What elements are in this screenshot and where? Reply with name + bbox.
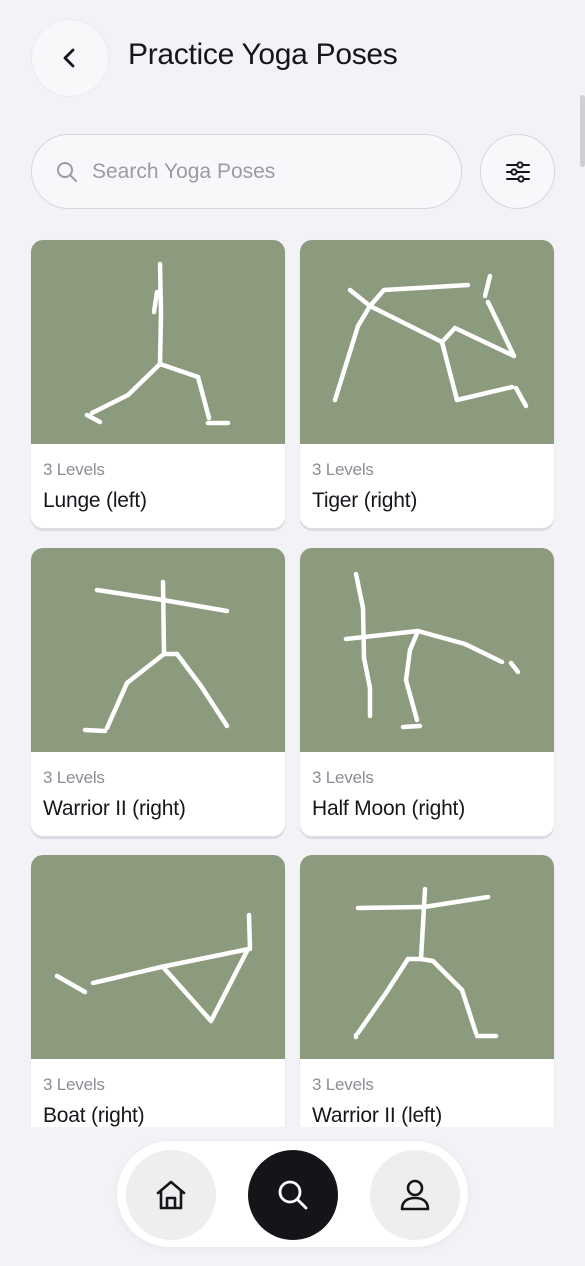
chevron-left-icon — [63, 48, 75, 68]
pose-levels: 3 Levels — [43, 460, 105, 479]
pose-card-warrior-ii-left[interactable]: 3 Levels Warrior II (left) — [300, 855, 554, 1127]
pose-name: Warrior II (right) — [43, 797, 186, 820]
pose-card-half-moon-right[interactable]: 3 Levels Half Moon (right) — [300, 548, 554, 836]
filter-button[interactable] — [480, 134, 555, 209]
pose-name: Warrior II (left) — [312, 1104, 442, 1127]
pose-thumbnail — [300, 855, 554, 1059]
scrollbar[interactable] — [580, 95, 585, 167]
pose-levels: 3 Levels — [43, 768, 105, 787]
pose-card-warrior-ii-right[interactable]: 3 Levels Warrior II (right) — [31, 548, 285, 836]
search-icon — [278, 1180, 308, 1210]
pose-levels: 3 Levels — [312, 460, 374, 479]
sliders-icon — [505, 160, 530, 183]
user-icon — [400, 1179, 430, 1211]
back-button[interactable] — [31, 19, 109, 97]
page-title: Practice Yoga Poses — [128, 38, 398, 71]
home-icon — [156, 1180, 186, 1210]
pose-thumbnail — [300, 548, 554, 752]
bottom-nav — [116, 1140, 469, 1248]
pose-card-tiger-right[interactable]: 3 Levels Tiger (right) — [300, 240, 554, 528]
pose-name: Lunge (left) — [43, 489, 147, 512]
pose-levels: 3 Levels — [312, 1075, 374, 1094]
pose-levels: 3 Levels — [43, 1075, 105, 1094]
pose-name: Tiger (right) — [312, 489, 418, 512]
pose-thumbnail — [31, 855, 285, 1059]
pose-card-boat-right[interactable]: 3 Levels Boat (right) — [31, 855, 285, 1127]
pose-name: Boat (right) — [43, 1104, 145, 1127]
search-field[interactable] — [31, 134, 462, 209]
pose-name: Half Moon (right) — [312, 797, 465, 820]
search-input[interactable] — [92, 159, 422, 184]
nav-home-button[interactable] — [126, 1150, 216, 1240]
pose-thumbnail — [31, 548, 285, 752]
pose-card-lunge-left[interactable]: 3 Levels Lunge (left) — [31, 240, 285, 528]
pose-levels: 3 Levels — [312, 768, 374, 787]
pose-thumbnail — [31, 240, 285, 444]
nav-profile-button[interactable] — [370, 1150, 460, 1240]
pose-thumbnail — [300, 240, 554, 444]
search-icon — [57, 161, 77, 182]
nav-search-button[interactable] — [248, 1150, 338, 1240]
